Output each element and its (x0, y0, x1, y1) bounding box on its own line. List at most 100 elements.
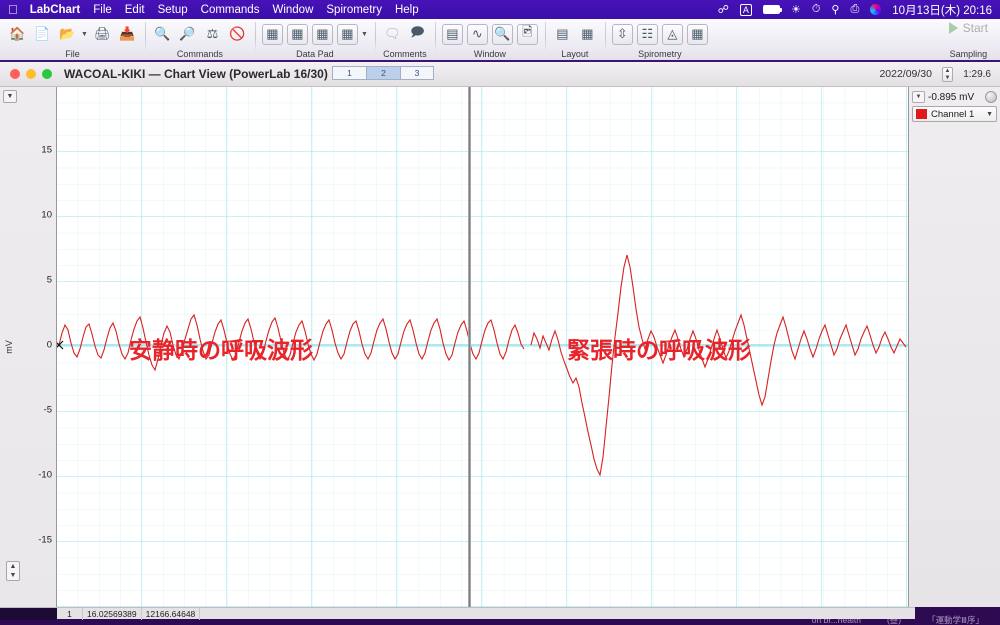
menu-item-edit[interactable]: Edit (125, 4, 145, 16)
ribbon-label-datapad: Data Pad (296, 49, 334, 59)
menu-item-commands[interactable]: Commands (201, 4, 260, 16)
printer-icon[interactable]: ⎙ (850, 3, 859, 16)
menu-item-file[interactable]: File (93, 4, 112, 16)
ribbon-group-commands: 🔍 🔎 ⚖ 🚫 Commands (144, 19, 255, 60)
status-left-dark (0, 607, 57, 620)
status-strip: 1 16.02569389 12166.64648 (0, 607, 915, 620)
scope-view-icon[interactable]: ∿ (466, 23, 488, 45)
apple-icon[interactable]:  (8, 3, 18, 16)
status-value-2: 12166.64648 (142, 607, 201, 620)
y-scale-stepper[interactable]: ▲ ▼ (6, 561, 20, 581)
channel-color-swatch (916, 109, 927, 119)
comment-icon[interactable]: 🗨 (382, 24, 403, 45)
ribbon-group-sampling: Start Sampling (942, 19, 1000, 60)
layout-quad-icon[interactable]: ▤ (552, 24, 573, 45)
y-axis-unit-label: mV (3, 340, 14, 354)
chevron-down-icon[interactable]: ▼ (81, 31, 88, 38)
menu-item-spirometry[interactable]: Spirometry (326, 4, 382, 16)
layout-split-icon[interactable]: ▦ (577, 24, 598, 45)
datapad-multi-icon[interactable]: ▦ (311, 23, 333, 45)
spiro-settings-icon[interactable]: ⇳ (611, 23, 633, 45)
page-tab-1[interactable]: 1 (332, 66, 366, 80)
ribbon-group-file: 🏠 📄 📂 ▼ 🖨 📥 File (0, 19, 145, 60)
input-source-icon[interactable]: A (739, 3, 752, 16)
channel-value-row: ▼ -0.895 mV (912, 91, 997, 103)
page-tabs: 1 2 3 (332, 66, 434, 80)
ribbon-label-commands: Commands (176, 49, 223, 59)
spiro-grid-icon[interactable]: ▦ (686, 23, 708, 45)
chevron-down-icon-datapad[interactable]: ▼ (361, 31, 368, 38)
chart-row: ▼ mV 15 10 5 0 -5 -10 -15 ▲ ▼ 安静時の呼吸波形 緊… (0, 87, 1000, 607)
ribbon-label-comments: Comments (383, 49, 427, 59)
battery-icon[interactable] (762, 5, 782, 14)
chevron-down-icon-channel[interactable]: ▼ (986, 111, 993, 118)
siri-icon[interactable] (870, 4, 882, 15)
window-titlebar: WACOAL-KIKI — Chart View (PowerLab 16/30… (0, 62, 1000, 87)
ribbon-group-window: ▤ ∿ 🔍 🖻 Window (434, 19, 545, 60)
menu-item-labchart[interactable]: LabChart (30, 4, 80, 16)
ribbon-label-layout: Layout (561, 49, 589, 59)
menu-item-window[interactable]: Window (272, 4, 313, 16)
wifi-icon[interactable]: ☀ (791, 3, 801, 16)
start-sampling-button[interactable]: Start (948, 21, 988, 35)
zoom-view-icon[interactable]: 🔍 (491, 23, 513, 45)
clear-marker-icon[interactable]: 🚫 (227, 24, 248, 45)
channel-menu-chevron-icon[interactable]: ▼ (912, 91, 925, 103)
search-icon[interactable]: ⚲ (831, 3, 839, 16)
annotation-resting: 安静時の呼吸波形 (129, 338, 313, 364)
waveform-plot[interactable]: 安静時の呼吸波形 緊張時の呼吸波形 (57, 87, 908, 607)
page-tab-3[interactable]: 3 (400, 66, 434, 80)
add-comment-icon[interactable]: 🗩 (407, 24, 428, 45)
menubar-clock[interactable]: 10月13日(木) 20:16 (892, 2, 992, 18)
page-tab-2[interactable]: 2 (366, 66, 400, 80)
ribbon-group-layout: ▤ ▦ Layout (544, 19, 605, 60)
ribbon-group-spirometry: ⇳ ☷ ◬ ▦ Spirometry (604, 19, 715, 60)
open-file-icon[interactable]: 📂 (57, 24, 78, 45)
status-empty (200, 608, 915, 620)
bluetooth-icon[interactable]: ☍ (718, 3, 729, 16)
spiro-table-icon[interactable]: ☷ (636, 23, 658, 45)
export-icon[interactable]: 📥 (117, 24, 138, 45)
home-icon[interactable]: 🏠 (7, 24, 28, 45)
datapad-icon[interactable]: ▦ (261, 23, 283, 45)
play-icon (948, 22, 958, 34)
y-tick-neg15: -15 (38, 534, 52, 546)
find-icon[interactable]: 🔍 (152, 24, 173, 45)
spiro-loop-icon[interactable]: ◬ (661, 23, 683, 45)
segment-divider[interactable] (468, 87, 471, 607)
macos-menubar:  LabChart File Edit Setup Commands Wind… (0, 0, 1000, 19)
y-axis: ▼ mV 15 10 5 0 -5 -10 -15 ▲ ▼ (0, 87, 57, 607)
window-controls (10, 69, 52, 79)
channel-selector[interactable]: Channel 1 ▼ (912, 106, 997, 122)
maximize-icon[interactable] (42, 69, 52, 79)
close-icon[interactable] (10, 69, 20, 79)
ribbon-label-window: Window (473, 49, 506, 59)
ribbon-group-datapad: ▦ ▦ ▦ ▦ ▼ Data Pad (254, 19, 375, 60)
find-next-icon[interactable]: 🔎 (177, 24, 198, 45)
ribbon-label-file: File (65, 49, 80, 59)
time-stepper[interactable]: ▲ ▼ (942, 67, 953, 82)
ribbon-label-spirometry: Spirometry (638, 49, 682, 59)
recording-date: 2022/09/30 (879, 68, 932, 80)
input-source-label: A (739, 3, 752, 16)
status-value-1: 16.02569389 (83, 607, 142, 620)
datapad-view-icon[interactable]: ▦ (336, 23, 358, 45)
ribbon-label-sampling: Sampling (949, 49, 988, 59)
chart-view-icon[interactable]: ▤ (441, 23, 463, 45)
taskbar-item-3[interactable]: 「運動学Ⅲ序」 (927, 615, 984, 625)
add-marker-icon[interactable]: ⚖ (202, 24, 223, 45)
print-icon[interactable]: 🖨 (92, 24, 113, 45)
time-machine-icon[interactable]: ⏱ (812, 3, 821, 16)
channel-knob-icon[interactable] (985, 91, 997, 103)
channel-options-chevron-icon[interactable]: ▼ (3, 90, 17, 103)
new-file-icon[interactable]: 📄 (32, 24, 53, 45)
ribbon-toolbar: 🏠 📄 📂 ▼ 🖨 📥 File 🔍 🔎 ⚖ 🚫 Commands ▦ ▦ ▦ … (0, 19, 1000, 62)
menu-item-help[interactable]: Help (395, 4, 419, 16)
image-view-icon[interactable]: 🖻 (516, 23, 538, 45)
datapad-add-icon[interactable]: ▦ (286, 23, 308, 45)
y-tick-0: 0 (46, 339, 52, 351)
app-root:  LabChart File Edit Setup Commands Wind… (0, 0, 1000, 625)
channel-value: -0.895 mV (928, 91, 975, 103)
minimize-icon[interactable] (26, 69, 36, 79)
menu-item-setup[interactable]: Setup (158, 4, 188, 16)
